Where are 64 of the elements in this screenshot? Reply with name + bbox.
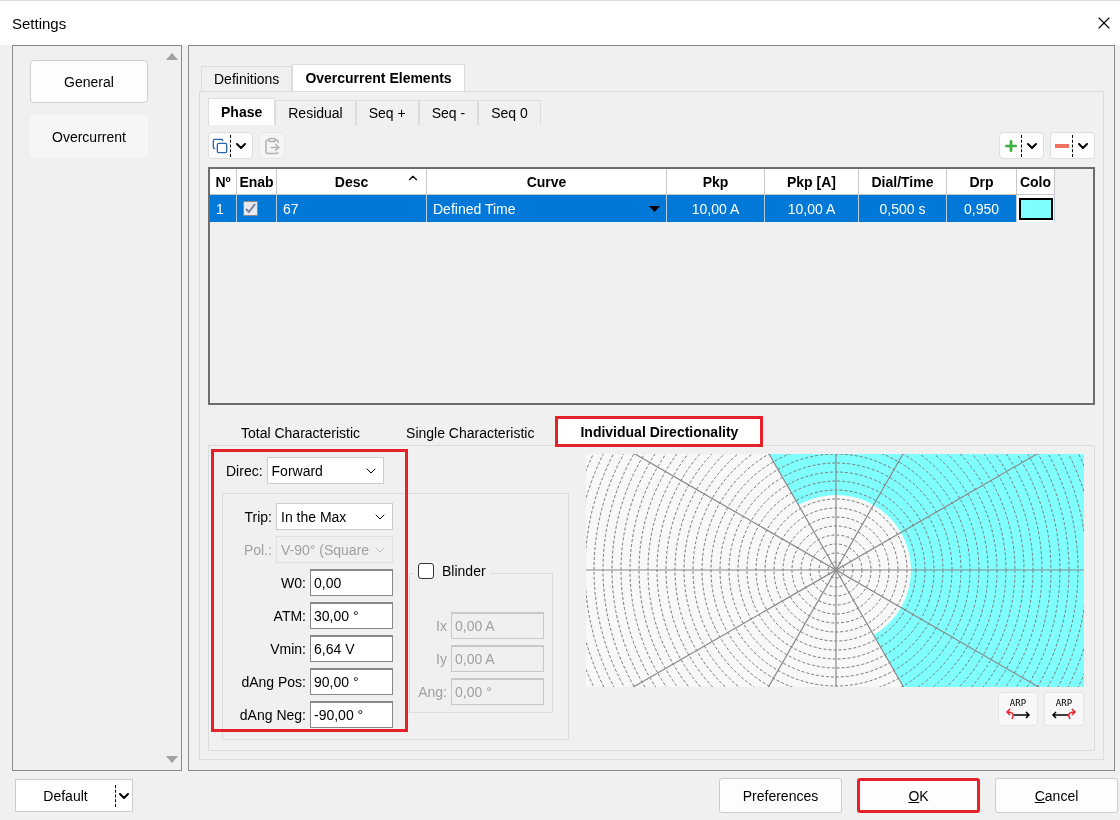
tab[interactable]: Residual xyxy=(275,100,356,126)
copy-button[interactable] xyxy=(208,132,253,160)
column-header[interactable]: Dial/Time xyxy=(859,169,947,196)
plus-icon xyxy=(1003,137,1019,154)
field-label: Vmin: xyxy=(270,640,306,657)
default-button[interactable]: Default xyxy=(15,779,133,813)
direction-select[interactable]: Forward xyxy=(266,457,384,485)
field-label: Pol.: xyxy=(244,541,272,558)
pkp-a-cell: 10,00 A xyxy=(765,195,859,223)
checkbox[interactable] xyxy=(418,563,434,580)
column-header[interactable]: Enab xyxy=(237,169,277,196)
remove-button[interactable] xyxy=(1050,132,1095,160)
field-label: Direc: xyxy=(226,462,263,479)
dropdown-field[interactable]: In the Max xyxy=(276,503,393,531)
field-label: Trip: xyxy=(244,508,272,525)
blinder-checkbox[interactable]: Blinder xyxy=(414,563,490,580)
tab[interactable]: Seq 0 xyxy=(478,100,541,126)
checkbox-label: Blinder xyxy=(442,563,486,580)
curve-value: Defined Time xyxy=(433,200,516,217)
field-label: ATM: xyxy=(273,607,306,624)
tab[interactable]: Definitions xyxy=(201,66,293,92)
field-label: W0: xyxy=(281,574,306,591)
dialog-button[interactable]: Cancel xyxy=(995,778,1118,814)
dialog-button[interactable]: Preferences xyxy=(719,778,842,814)
copy-icon xyxy=(212,137,228,154)
input-field[interactable]: 0,00 xyxy=(310,569,393,597)
column-header[interactable]: Pkp [A] xyxy=(765,169,859,196)
minus-icon xyxy=(1055,143,1069,148)
field-label: Iy xyxy=(436,650,447,667)
column-header[interactable]: Desc xyxy=(277,169,427,196)
column-header[interactable]: Colo xyxy=(1017,169,1055,196)
rotate-button[interactable]: ARP xyxy=(998,692,1038,727)
input-field[interactable]: 30,00 ° xyxy=(310,602,393,630)
tab[interactable]: Seq - xyxy=(418,100,479,126)
tab[interactable]: Phase xyxy=(208,98,276,126)
input-field[interactable]: 90,00 ° xyxy=(310,668,393,696)
desc-cell: 67 xyxy=(277,195,427,223)
column-header[interactable]: Nº xyxy=(210,169,237,196)
sidebar-item[interactable]: Overcurrent xyxy=(30,115,148,159)
field-label: dAng Neg: xyxy=(239,706,306,723)
dial-time-cell: 0,500 s xyxy=(859,195,947,223)
rotate-arrow-icon xyxy=(1004,707,1032,720)
tab[interactable]: Seq + xyxy=(355,100,419,126)
dialog-button[interactable]: OK xyxy=(857,778,980,814)
column-header[interactable]: Drp xyxy=(947,169,1017,196)
input-field[interactable]: 6,64 V xyxy=(310,635,393,663)
window-title: Settings xyxy=(12,14,67,32)
add-button[interactable] xyxy=(999,132,1044,160)
field-label: Ix xyxy=(436,617,447,634)
input-field[interactable]: -90,00 ° xyxy=(310,701,393,729)
column-header[interactable]: Curve xyxy=(427,169,667,196)
pkp-cell: 10,00 A xyxy=(667,195,765,223)
rotate-button[interactable]: ARP xyxy=(1044,692,1084,727)
tab[interactable]: Overcurrent Elements xyxy=(292,64,465,92)
drp-cell: 0,950 xyxy=(947,195,1017,223)
checkbox[interactable] xyxy=(243,201,258,217)
sidebar-item[interactable]: General xyxy=(30,60,148,104)
tab[interactable]: Individual Directionality xyxy=(557,418,762,446)
field-label: Ang: xyxy=(418,683,447,700)
field-label: dAng Pos: xyxy=(241,673,306,690)
dropdown-arrow-icon[interactable] xyxy=(649,205,660,212)
row-number-cell: 1 xyxy=(210,195,237,223)
rotate-arrow-icon xyxy=(1050,707,1078,720)
column-header[interactable]: Pkp xyxy=(667,169,765,196)
